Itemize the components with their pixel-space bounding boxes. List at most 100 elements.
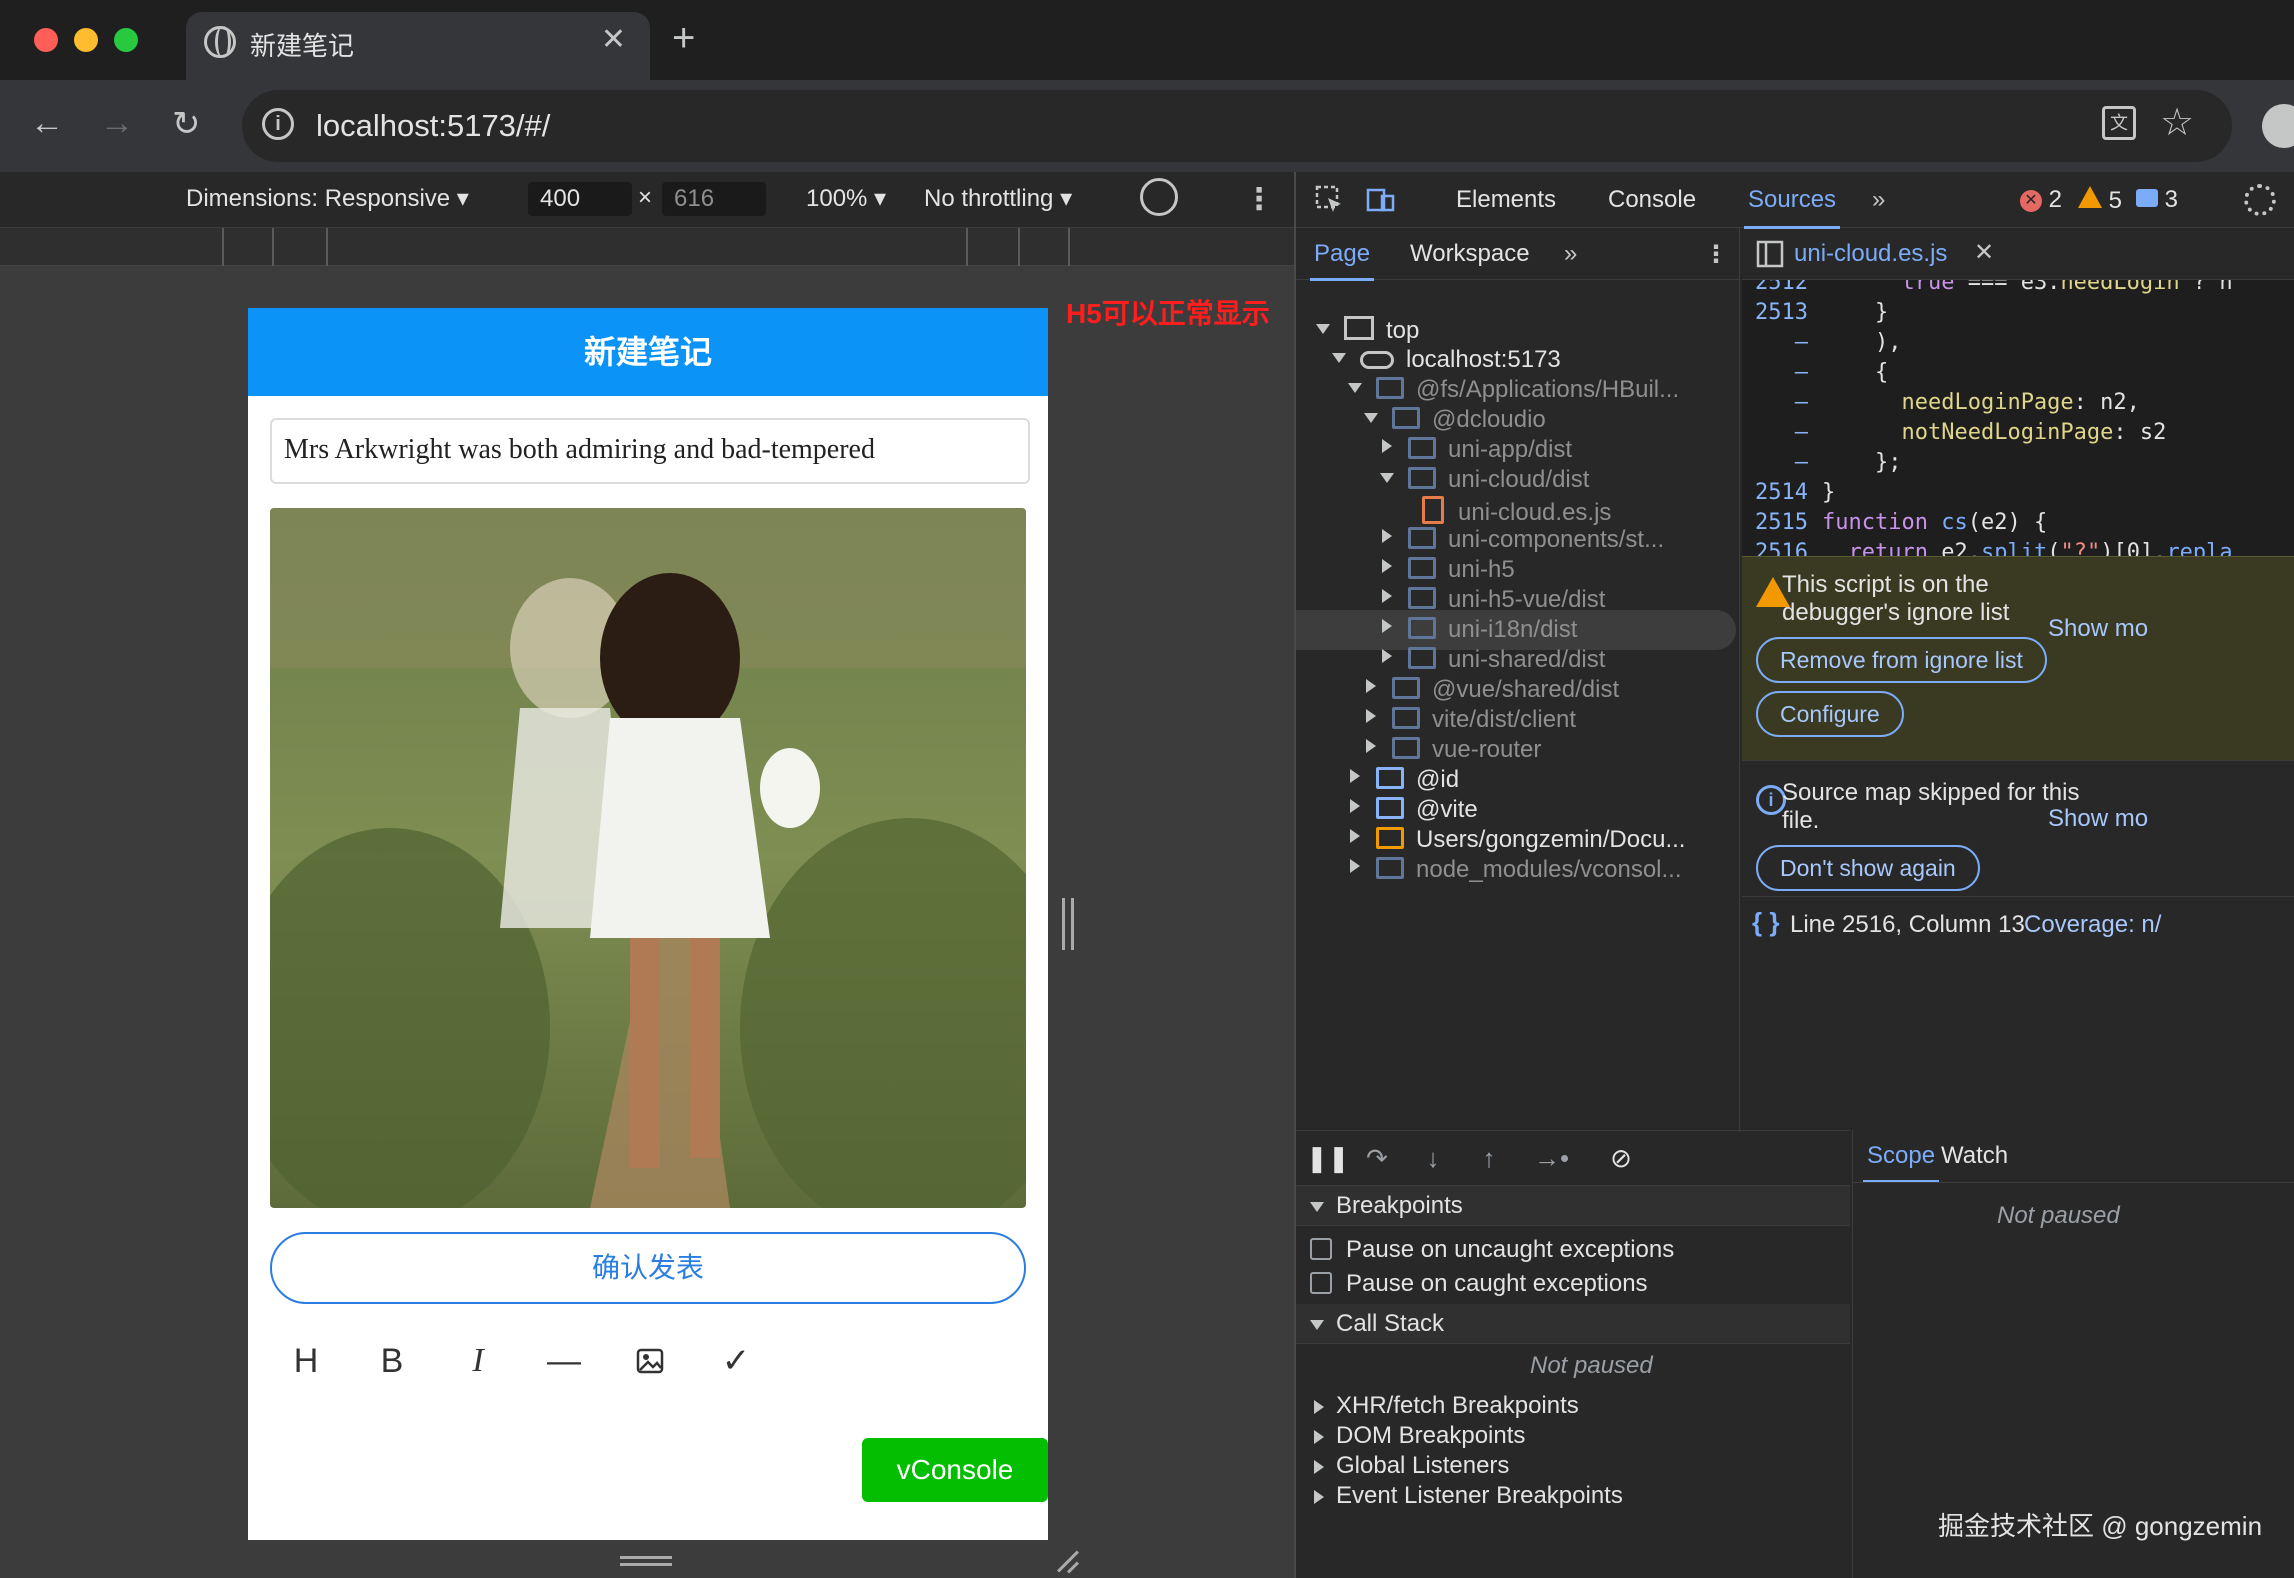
navigator-menu-icon[interactable]: ⋮ bbox=[1704, 240, 1728, 269]
translate-icon[interactable]: 文 bbox=[2102, 106, 2136, 140]
error-badge[interactable]: ✕ 2 bbox=[2020, 186, 2062, 214]
annotation-text: H5可以正常显示 bbox=[1066, 298, 1270, 329]
line-number[interactable]: 2513 bbox=[1748, 300, 1808, 325]
line-number[interactable]: 2516 bbox=[1748, 540, 1808, 556]
width-input[interactable]: 400 bbox=[528, 182, 632, 216]
rotate-icon[interactable] bbox=[1140, 178, 1178, 216]
resize-handle-bottom[interactable] bbox=[620, 1556, 672, 1566]
throttling-select[interactable]: No throttling ▾ bbox=[924, 184, 1072, 213]
more-tabs-icon[interactable]: » bbox=[1872, 186, 1885, 214]
show-more-link[interactable]: Show mo bbox=[2048, 615, 2148, 643]
coverage-status[interactable]: Coverage: n/ bbox=[2024, 911, 2161, 939]
editor-tab-file[interactable]: uni-cloud.es.js bbox=[1794, 240, 1947, 268]
more-options-icon[interactable]: ⋮ bbox=[1244, 182, 1274, 217]
minimize-window-button[interactable] bbox=[74, 28, 98, 52]
pause-icon[interactable]: ❚❚ bbox=[1306, 1143, 1350, 1173]
profile-avatar[interactable] bbox=[2262, 104, 2294, 148]
page-title: 新建笔记 bbox=[248, 308, 1048, 396]
cloud-icon bbox=[1360, 351, 1394, 369]
call-stack-header[interactable]: Call Stack bbox=[1296, 1304, 1850, 1344]
tab-console[interactable]: Console bbox=[1608, 186, 1696, 214]
check-icon[interactable]: ✓ bbox=[706, 1336, 766, 1386]
line-number[interactable]: – bbox=[1748, 450, 1808, 475]
device-toolbar-icon[interactable] bbox=[1366, 184, 1396, 214]
bookmark-star-icon[interactable]: ☆ bbox=[2160, 100, 2194, 145]
close-tab-icon[interactable]: ✕ bbox=[601, 22, 626, 57]
new-tab-button[interactable]: + bbox=[672, 16, 695, 61]
configure-button[interactable]: Configure bbox=[1756, 691, 1904, 737]
tab-scope[interactable]: Scope bbox=[1862, 1142, 1940, 1183]
zoom-window-button[interactable] bbox=[114, 28, 138, 52]
tab-sources[interactable]: Sources bbox=[1743, 186, 1841, 229]
devtools-tabbar: Elements Console Sources » ✕ 2 5 3 bbox=[1296, 172, 2294, 229]
cursor-position: Line 2516, Column 13 bbox=[1790, 911, 2025, 938]
reload-icon[interactable]: ↻ bbox=[172, 104, 201, 144]
event-listener-breakpoints-header[interactable]: Event Listener Breakpoints bbox=[1296, 1476, 1850, 1516]
tab-watch[interactable]: Watch bbox=[1941, 1142, 2008, 1170]
folder-icon bbox=[1376, 857, 1404, 879]
italic-icon[interactable]: I bbox=[448, 1336, 508, 1386]
format-toolbar: H B I — ✓ bbox=[248, 1320, 1048, 1400]
remove-from-ignore-list-button[interactable]: Remove from ignore list bbox=[1756, 637, 2047, 683]
back-icon[interactable]: ← bbox=[30, 104, 64, 143]
folder-icon bbox=[1408, 437, 1436, 459]
warning-badge[interactable]: 5 bbox=[2078, 186, 2122, 215]
pretty-print-icon[interactable]: { } bbox=[1752, 907, 1779, 938]
line-number[interactable]: 2512 bbox=[1748, 280, 1808, 295]
forward-icon[interactable]: → bbox=[100, 104, 134, 143]
subtab-page[interactable]: Page bbox=[1309, 240, 1375, 281]
folder-icon bbox=[1376, 377, 1404, 399]
line-number[interactable]: – bbox=[1748, 420, 1808, 445]
zoom-select[interactable]: 100% ▾ bbox=[806, 184, 886, 213]
tab-elements[interactable]: Elements bbox=[1456, 186, 1556, 214]
tab-title: 新建笔记 bbox=[250, 31, 355, 61]
dont-show-again-button[interactable]: Don't show again bbox=[1756, 845, 1980, 891]
heading-icon[interactable]: H bbox=[276, 1336, 336, 1386]
step-icon[interactable]: →• bbox=[1534, 1143, 1569, 1173]
watermark: 掘金技术社区 @ gongzemin bbox=[1938, 1511, 2263, 1541]
address-bar[interactable]: i localhost:5173/#/ 文 ☆ bbox=[242, 90, 2232, 162]
pause-uncaught-checkbox[interactable]: Pause on uncaught exceptions bbox=[1310, 1236, 1674, 1264]
pause-caught-checkbox[interactable]: Pause on caught exceptions bbox=[1310, 1270, 1648, 1298]
step-out-icon[interactable]: ↑ bbox=[1474, 1143, 1504, 1173]
breakpoints-header[interactable]: Breakpoints bbox=[1296, 1186, 1850, 1226]
call-stack-not-paused: Not paused bbox=[1530, 1352, 1653, 1379]
divider-icon[interactable]: — bbox=[534, 1336, 594, 1386]
line-number[interactable]: – bbox=[1748, 390, 1808, 415]
info-badge[interactable]: 3 bbox=[2136, 186, 2178, 214]
inspect-element-icon[interactable] bbox=[1314, 184, 1344, 214]
toggle-navigator-icon[interactable] bbox=[1756, 240, 1784, 268]
confirm-publish-button[interactable]: 确认发表 bbox=[270, 1232, 1026, 1304]
site-info-icon[interactable]: i bbox=[262, 108, 294, 140]
dimensions-select[interactable]: Dimensions: Responsive ▾ bbox=[186, 184, 469, 213]
tree-item[interactable]: node_modules/vconsol... bbox=[1348, 856, 1682, 896]
folder-icon bbox=[1408, 587, 1436, 609]
line-number[interactable]: 2514 bbox=[1748, 480, 1808, 505]
error-icon: ✕ bbox=[2020, 190, 2042, 212]
browser-tab[interactable]: 新建笔记 ✕ bbox=[186, 12, 650, 80]
line-number[interactable]: – bbox=[1748, 360, 1808, 385]
subtab-workspace[interactable]: Workspace bbox=[1410, 240, 1530, 268]
more-subtabs-icon[interactable]: » bbox=[1564, 240, 1577, 268]
settings-gear-icon[interactable] bbox=[2244, 184, 2276, 216]
line-number[interactable]: – bbox=[1748, 330, 1808, 355]
line-number[interactable]: 2515 bbox=[1748, 510, 1808, 535]
bold-icon[interactable]: B bbox=[362, 1336, 422, 1386]
height-input[interactable]: 616 bbox=[662, 182, 766, 216]
sourcemap-message-line1: Source map skipped for this bbox=[1782, 779, 2080, 806]
step-into-icon[interactable]: ↓ bbox=[1418, 1143, 1448, 1173]
insert-image-icon[interactable] bbox=[620, 1336, 680, 1386]
code-area[interactable]: 2512 true === e3.needLogin ? n 2513 } – ),… bbox=[1742, 280, 2294, 556]
step-over-icon[interactable]: ↷ bbox=[1362, 1143, 1392, 1173]
close-window-button[interactable] bbox=[34, 28, 58, 52]
devtools-panel: Elements Console Sources » ✕ 2 5 3 Page … bbox=[1294, 172, 2294, 1578]
code-text: return e2.split("?")[0].repla bbox=[1848, 540, 2233, 556]
resize-handle-right[interactable] bbox=[1062, 898, 1074, 950]
deactivate-breakpoints-icon[interactable]: ⊘ bbox=[1606, 1143, 1636, 1173]
show-more-link[interactable]: Show mo bbox=[2048, 805, 2148, 833]
warning-count: 5 bbox=[2108, 187, 2123, 214]
resize-handle-corner[interactable] bbox=[1054, 1548, 1080, 1574]
close-file-icon[interactable]: ✕ bbox=[1974, 238, 1994, 267]
note-title-input[interactable]: Mrs Arkwright was both admiring and bad-… bbox=[270, 418, 1030, 484]
vconsole-button[interactable]: vConsole bbox=[862, 1438, 1048, 1502]
